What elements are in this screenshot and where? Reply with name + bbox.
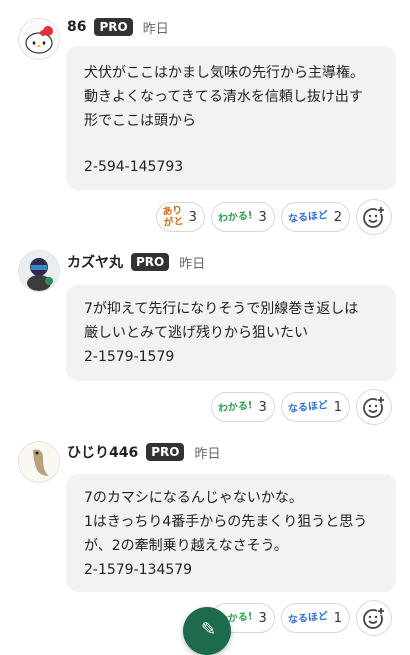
reaction-bar: あり がと 3 わかる! 3 なるほど 2 xyxy=(155,199,392,235)
avatar-image xyxy=(19,251,59,291)
naruhodo-icon: なるほど xyxy=(287,399,329,415)
reaction-count: 1 xyxy=(333,399,342,415)
add-reaction-button[interactable] xyxy=(356,389,392,425)
smiley-plus-icon xyxy=(363,607,385,629)
comment-line: 2-1579-134579 xyxy=(84,562,193,578)
post-header: ひじり446 PRO 昨日 xyxy=(67,441,221,463)
reaction-wakaru-button[interactable]: わかる! 3 xyxy=(210,392,275,422)
reaction-count: 3 xyxy=(258,610,267,626)
comment-line: 7のカマシになるんじゃないかな。 xyxy=(84,490,303,506)
character-avatar[interactable] xyxy=(18,250,60,292)
post-header: 86 PRO 昨日 xyxy=(67,16,169,38)
timestamp: 昨日 xyxy=(142,21,169,37)
reaction-count: 3 xyxy=(258,399,267,415)
wakaru-icon: わかる! xyxy=(217,209,253,225)
comment-line: 犬伏がここはかまし気味の先行から主導権。 xyxy=(84,65,364,81)
smiley-plus-icon xyxy=(363,396,385,418)
reaction-count: 3 xyxy=(258,209,267,225)
pro-badge: PRO xyxy=(131,253,170,271)
reaction-wakaru-button[interactable]: わかる! 3 xyxy=(210,202,275,232)
avatar-image xyxy=(19,19,59,59)
post-header: カズヤ丸 PRO 昨日 xyxy=(67,251,205,273)
comment-bubble: 7のカマシになるんじゃないかな。 1はきっちり4番手からの先まくり狙うと思う が… xyxy=(66,474,396,592)
compose-button[interactable]: ✎ xyxy=(183,607,231,655)
naruhodo-icon: なるほど xyxy=(287,209,329,225)
add-reaction-button[interactable] xyxy=(356,600,392,636)
comment-line: 厳しいとみて逃げ残りから狙いたい xyxy=(84,325,308,341)
username[interactable]: カズヤ丸 xyxy=(67,252,123,272)
comment-line: 形でここは頭から xyxy=(84,113,196,129)
comment-line: 1はきっちり4番手からの先まくり狙うと思う xyxy=(84,514,368,530)
comment-line: が、2の牽制乗り越えなさそう。 xyxy=(84,538,288,554)
comment-line: 7が抑えて先行になりそうで別線巻き返しは xyxy=(84,301,359,317)
reaction-naruhodo-button[interactable]: なるほど 2 xyxy=(280,202,350,232)
wakaru-icon: わかる! xyxy=(217,399,253,415)
comment-line: 動きよくなってきてる清水を信頼し抜け出す xyxy=(84,89,363,105)
avatar-image xyxy=(19,442,59,482)
smiley-plus-icon xyxy=(363,206,385,228)
username[interactable]: 86 xyxy=(67,19,86,35)
pro-badge: PRO xyxy=(146,443,185,461)
reaction-count: 3 xyxy=(188,209,197,225)
username[interactable]: ひじり446 xyxy=(67,442,138,462)
hello-kitty-avatar[interactable] xyxy=(18,18,60,60)
reaction-arigato-button[interactable]: あり がと 3 xyxy=(155,202,205,232)
reaction-naruhodo-button[interactable]: なるほど 1 xyxy=(280,603,350,633)
fish-avatar[interactable] xyxy=(18,441,60,483)
add-reaction-button[interactable] xyxy=(356,199,392,235)
timestamp: 昨日 xyxy=(194,446,221,462)
naruhodo-icon: なるほど xyxy=(287,610,329,626)
reaction-count: 1 xyxy=(333,610,342,626)
arigato-icon: あり がと xyxy=(161,205,183,229)
comment-bubble: 7が抑えて先行になりそうで別線巻き返しは 厳しいとみて逃げ残りから狙いたい 2-… xyxy=(66,285,396,381)
reaction-bar: わかる! 3 なるほど 1 xyxy=(210,389,392,425)
comment-line xyxy=(84,133,378,155)
reaction-bar: わかる! 3 なるほど 1 xyxy=(210,600,392,636)
comment-bubble: 犬伏がここはかまし気味の先行から主導権。 動きよくなってきてる清水を信頼し抜け出… xyxy=(66,46,396,190)
reaction-count: 2 xyxy=(333,209,342,225)
reaction-naruhodo-button[interactable]: なるほど 1 xyxy=(280,392,350,422)
pro-badge: PRO xyxy=(94,18,133,36)
timestamp: 昨日 xyxy=(179,256,206,272)
comment-line: 2-594-145793 xyxy=(84,159,184,175)
arigato-label-bottom: がと xyxy=(162,215,184,229)
comment-line: 2-1579-1579 xyxy=(84,349,175,365)
